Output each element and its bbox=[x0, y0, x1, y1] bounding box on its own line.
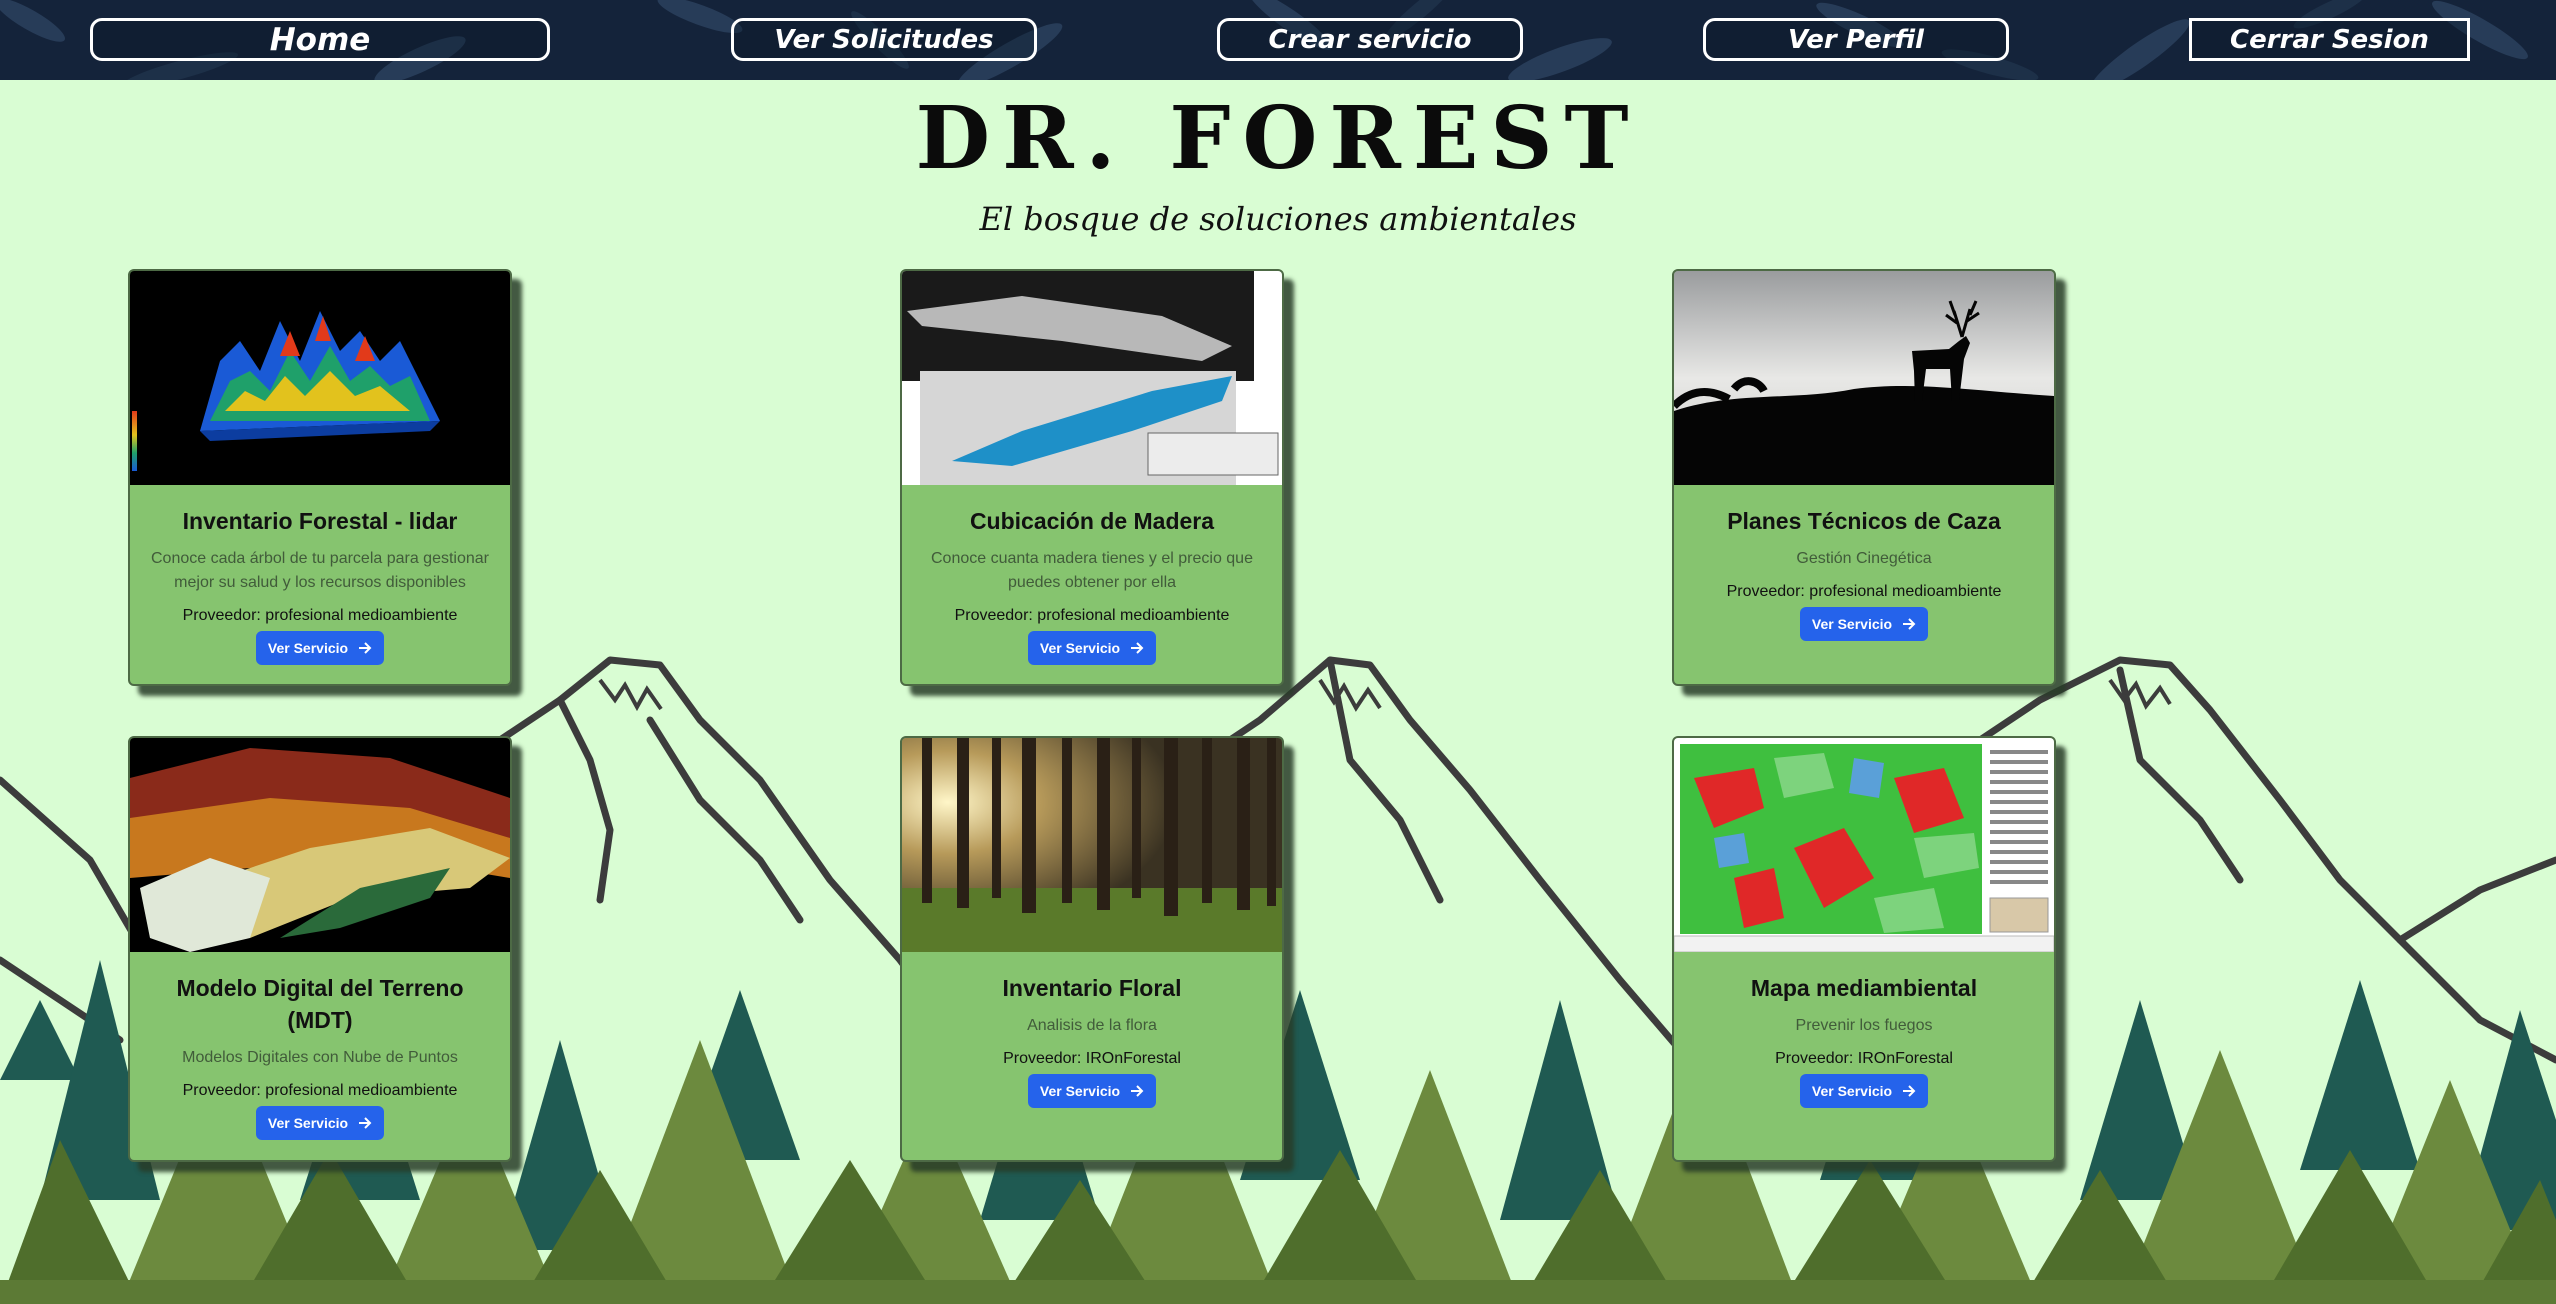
card-provider: Proveedor: profesional medioambiente bbox=[1726, 583, 2002, 601]
view-service-button[interactable]: Ver Servicio bbox=[255, 631, 385, 666]
card-provider: Proveedor: profesional medioambiente bbox=[182, 607, 458, 625]
deer-silhouette-image bbox=[1674, 271, 2054, 485]
arrow-right-icon bbox=[1903, 1085, 1916, 1097]
terrain-model-image bbox=[130, 738, 510, 952]
top-navbar: Home Ver Solicitudes Crear servicio Ver … bbox=[0, 0, 2556, 80]
arrow-right-icon bbox=[359, 642, 372, 654]
service-card: Inventario Forestal - lidar Conoce cada … bbox=[128, 269, 512, 686]
card-title: Inventario Floral bbox=[1002, 975, 1182, 1001]
view-service-label: Ver Servicio bbox=[1039, 1083, 1121, 1100]
nav-create-service-button[interactable]: Crear servicio bbox=[1217, 18, 1523, 61]
arrow-right-icon bbox=[1903, 618, 1916, 630]
view-service-label: Ver Servicio bbox=[267, 640, 349, 657]
forest-photo-image bbox=[902, 738, 1282, 952]
nav-profile-button[interactable]: Ver Perfil bbox=[1703, 18, 2009, 61]
card-description: Analisis de la flora bbox=[1027, 1017, 1157, 1035]
card-description: Gestión Cinegética bbox=[1796, 550, 1932, 568]
card-provider: Proveedor: profesional medioambiente bbox=[954, 607, 1230, 625]
card-title: Mapa mediambiental bbox=[1750, 975, 1978, 1001]
card-title: Modelo Digital del Terreno (MDT) bbox=[176, 975, 464, 1034]
view-service-label: Ver Servicio bbox=[267, 1115, 349, 1132]
arrow-right-icon bbox=[1131, 642, 1144, 654]
view-service-button[interactable]: Ver Servicio bbox=[255, 1106, 385, 1141]
service-card: Planes Técnicos de Caza Gestión Cinegéti… bbox=[1672, 269, 2056, 686]
card-description: Conoce cada árbol de tu parcela para ges… bbox=[151, 550, 489, 592]
card-title: Inventario Forestal - lidar bbox=[182, 508, 458, 534]
card-description: Prevenir los fuegos bbox=[1795, 1017, 1933, 1035]
nav-requests-button[interactable]: Ver Solicitudes bbox=[731, 18, 1037, 61]
service-card: Mapa mediambiental Prevenir los fuegos P… bbox=[1672, 736, 2056, 1162]
view-service-button[interactable]: Ver Servicio bbox=[1799, 607, 1929, 642]
lidar-point-cloud-image bbox=[130, 271, 510, 485]
arrow-right-icon bbox=[1131, 1085, 1144, 1097]
card-description: Modelos Digitales con Nube de Puntos bbox=[182, 1049, 458, 1067]
card-title: Cubicación de Madera bbox=[969, 508, 1215, 534]
view-service-button[interactable]: Ver Servicio bbox=[1027, 1074, 1157, 1109]
service-card: Inventario Floral Analisis de la flora P… bbox=[900, 736, 1284, 1162]
card-provider: Proveedor: profesional medioambiente bbox=[182, 1082, 458, 1100]
arrow-right-icon bbox=[359, 1117, 372, 1130]
card-provider: Proveedor: IROnForestal bbox=[1775, 1050, 1953, 1068]
site-tagline: El bosque de soluciones ambientales bbox=[979, 200, 1577, 238]
view-service-label: Ver Servicio bbox=[1811, 1083, 1893, 1100]
site-title: DR. FOREST bbox=[915, 88, 1641, 189]
land-use-map-image bbox=[1674, 738, 2054, 952]
view-service-label: Ver Servicio bbox=[1811, 616, 1893, 633]
nav-home-button[interactable]: Home bbox=[90, 18, 550, 61]
service-card: Modelo Digital del Terreno (MDT) Modelos… bbox=[128, 736, 512, 1162]
card-provider: Proveedor: IROnForestal bbox=[1003, 1050, 1181, 1068]
view-service-button[interactable]: Ver Servicio bbox=[1027, 631, 1157, 666]
card-title: Planes Técnicos de Caza bbox=[1727, 508, 2001, 534]
view-service-label: Ver Servicio bbox=[1039, 640, 1121, 657]
log-scan-image bbox=[902, 271, 1282, 485]
view-service-button[interactable]: Ver Servicio bbox=[1799, 1074, 1929, 1109]
card-description: Conoce cuanta madera tienes y el precio … bbox=[931, 550, 1253, 592]
nav-logout-button[interactable]: Cerrar Sesion bbox=[2189, 18, 2470, 61]
service-card: Cubicación de Madera Conoce cuanta mader… bbox=[900, 269, 1284, 686]
